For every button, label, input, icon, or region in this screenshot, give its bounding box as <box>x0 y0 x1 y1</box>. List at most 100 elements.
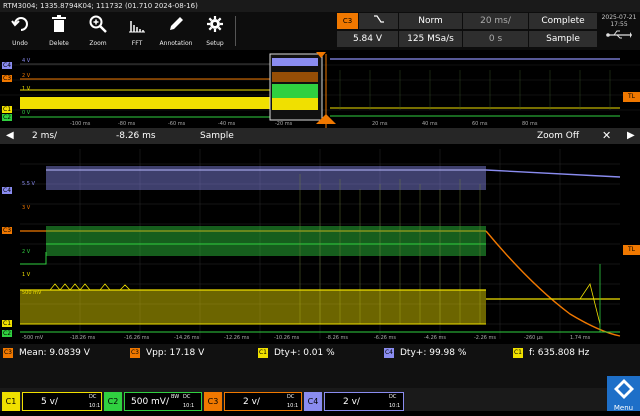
main-x-tick: -12.26 ms <box>224 335 250 341</box>
trigger-source-badge[interactable]: C3 <box>337 13 359 29</box>
date-text: 2025-07-21 <box>601 14 637 21</box>
channel-c3-label[interactable]: C3 <box>204 392 222 411</box>
measurement-item[interactable]: C1 Dty+: 0.01 % <box>258 347 335 360</box>
channel-c2-bw: BW <box>171 394 180 400</box>
overview-x-tick: -80 ms <box>118 121 136 127</box>
falling-edge-icon <box>373 15 384 23</box>
channel-c3-box[interactable]: 2 v/ DC 10:1 <box>224 392 302 411</box>
channel-c3-probe: 10:1 <box>287 403 299 409</box>
measurement-ch-badge: C4 <box>384 348 394 358</box>
overview-ch-label-c1[interactable]: C1 <box>2 106 13 113</box>
channel-c4-box[interactable]: 2 v/ DC 10:1 <box>324 392 404 411</box>
main-ch-label-c1[interactable]: C1 <box>2 320 13 327</box>
measurement-text: Dty+: 99.98 % <box>400 348 467 358</box>
overview-x-tick: 40 ms <box>422 121 438 127</box>
measurement-item[interactable]: C4 Dty+: 99.98 % <box>384 347 466 360</box>
measurement-text: Dty+: 0.01 % <box>274 348 335 358</box>
main-ch-label-c2[interactable]: C2 <box>2 330 13 337</box>
overview-ch-label-c4[interactable]: C4 <box>2 62 13 69</box>
acquisition-state[interactable]: Complete <box>529 13 598 29</box>
measurement-ch-badge: C3 <box>3 348 13 358</box>
main-x-tick: -2.26 ms <box>474 335 497 341</box>
fft-button[interactable]: FFT <box>119 12 155 50</box>
main-x-tick: -10.26 ms <box>274 335 300 341</box>
zoom-right-arrow[interactable]: ▶ <box>627 128 635 144</box>
close-zoom-icon[interactable]: ✕ <box>602 128 611 144</box>
main-level-label: -500 mV <box>22 335 44 341</box>
main-x-tick: -18.26 ms <box>70 335 96 341</box>
main-plot[interactable]: C4 C3 C1 C2 5.5 V 3 V 2 V 1 V 500 mV -50… <box>0 144 640 344</box>
gear-icon <box>207 16 223 32</box>
overview-plot[interactable]: C4 C3 C1 C2 4 V 2 V 1 V 0 V TL -100 ms -… <box>0 50 640 128</box>
main-trigger-level-marker[interactable]: TL <box>623 245 640 255</box>
main-x-tick: -16.26 ms <box>124 335 150 341</box>
channel-c4-label[interactable]: C4 <box>304 392 322 411</box>
measurement-ch-badge: C3 <box>130 348 140 358</box>
channel-c4-scale: 2 v/ <box>343 397 360 407</box>
timebase-readout[interactable]: 20 ms/ <box>463 13 529 29</box>
main-x-tick: -14.26 ms <box>174 335 200 341</box>
zoom-left-arrow[interactable]: ◀ <box>6 128 14 144</box>
channel-c2-box[interactable]: 500 mV/ BW DC 10:1 <box>124 392 202 411</box>
toolbar: Undo Delete Zoom FFT Annotation Setup C3… <box>0 12 640 50</box>
trigger-level[interactable]: 5.84 V <box>337 31 399 47</box>
zoom-label: Zoom <box>89 40 107 47</box>
measurement-ch-badge: C1 <box>513 348 523 358</box>
overview-x-tick: -40 ms <box>218 121 236 127</box>
channel-c2-label[interactable]: C2 <box>104 392 122 411</box>
main-ch-label-c4[interactable]: C4 <box>2 187 13 194</box>
acquisition-mode[interactable]: Sample <box>529 31 598 47</box>
overview-x-tick: -100 ms <box>70 121 91 127</box>
delete-label: Delete <box>49 40 69 47</box>
main-x-tick: -260 µs <box>524 335 543 341</box>
overview-level-label: 1 V <box>22 86 31 92</box>
overview-x-tick: 60 ms <box>472 121 488 127</box>
zoom-button[interactable]: Zoom <box>80 12 116 50</box>
zoom-off-button[interactable]: Zoom Off <box>537 128 579 144</box>
overview-level-label: 2 V <box>22 73 31 79</box>
overview-level-label: 0 V <box>22 110 31 116</box>
channel-c1-label[interactable]: C1 <box>2 392 20 411</box>
measurement-bar: C3 Mean: 9.0839 V C3 Vpp: 17.18 V C1 Dty+: … <box>0 344 640 388</box>
main-ch-label-c3[interactable]: C3 <box>2 227 13 234</box>
measurement-item[interactable]: C3 Vpp: 17.18 V <box>130 347 204 360</box>
setup-button[interactable]: Setup <box>197 12 233 50</box>
menu-button[interactable]: Menu <box>607 376 640 412</box>
overview-trigger-level-marker[interactable]: TL <box>623 92 640 102</box>
measurement-item[interactable]: C1 f: 635.808 Hz <box>513 347 589 360</box>
overview-ch-label-c2[interactable]: C2 <box>2 114 13 121</box>
zoom-mode[interactable]: Sample <box>200 128 234 144</box>
fft-spectrum-icon <box>129 21 145 33</box>
channel-c4-probe: 10:1 <box>389 403 401 409</box>
zoom-position[interactable]: -8.26 ms <box>116 128 156 144</box>
main-level-label: 500 mV <box>22 290 42 296</box>
channel-c1-box[interactable]: 5 v/ DC 10:1 <box>22 392 102 411</box>
main-waveforms <box>0 144 640 344</box>
trigger-slope[interactable] <box>359 13 399 29</box>
undo-icon <box>11 17 28 31</box>
measurement-text: f: 635.808 Hz <box>529 348 590 358</box>
measurement-ch-badge: C1 <box>258 348 268 358</box>
overview-x-tick: -20 ms <box>275 121 293 127</box>
sample-rate[interactable]: 125 MSa/s <box>399 31 463 47</box>
undo-button[interactable]: Undo <box>2 12 38 50</box>
main-x-tick: 1.74 ms <box>570 335 591 341</box>
window-title: RTM3004; 1335.8794K04; 111732 (01.710 20… <box>0 0 640 12</box>
undo-label: Undo <box>12 40 28 47</box>
channel-c3-scale: 2 v/ <box>243 397 260 407</box>
trigger-mode[interactable]: Norm <box>399 13 463 29</box>
horizontal-position[interactable]: 0 s <box>463 31 529 47</box>
measurement-item[interactable]: C3 Mean: 9.0839 V <box>3 347 90 360</box>
channel-c1-scale: 5 v/ <box>41 397 58 407</box>
setup-label: Setup <box>206 40 224 47</box>
overview-ch-label-c3[interactable]: C3 <box>2 75 13 82</box>
zoom-timebase[interactable]: 2 ms/ <box>32 128 57 144</box>
delete-button[interactable]: Delete <box>41 12 77 50</box>
channel-c1-probe: 10:1 <box>89 403 101 409</box>
fft-label: FFT <box>131 40 143 47</box>
main-x-tick: -8.26 ms <box>326 335 349 341</box>
annotation-button[interactable]: Annotation <box>158 12 194 50</box>
channel-c2-scale: 500 mV/ <box>131 397 169 407</box>
main-level-label: 1 V <box>22 272 31 278</box>
channel-c2-probe: 10:1 <box>183 403 195 409</box>
